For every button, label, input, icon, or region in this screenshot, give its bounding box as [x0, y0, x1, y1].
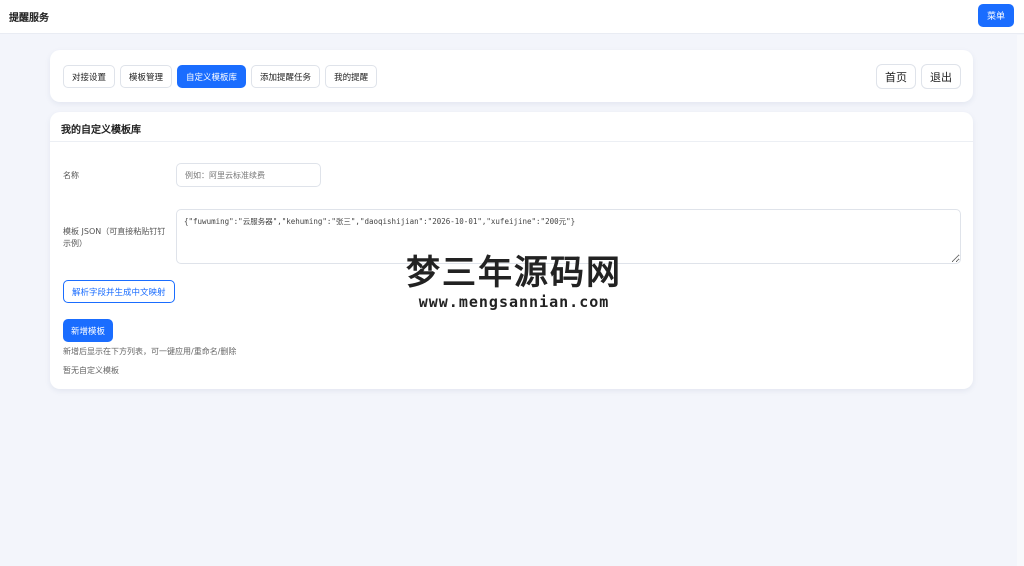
scrollbar[interactable]: [1017, 35, 1024, 566]
add-template-button[interactable]: 新增模板: [63, 319, 114, 342]
name-input[interactable]: [176, 163, 321, 187]
logout-button[interactable]: 退出: [921, 64, 961, 89]
tab-add-reminder-task[interactable]: 添加提醒任务: [251, 65, 321, 88]
template-library-card: 我的自定义模板库 名称 模板 JSON（可直接粘贴钉钉示例） {"fuwumin…: [50, 112, 973, 389]
json-label: 模板 JSON（可直接粘贴钉钉示例）: [63, 227, 166, 248]
empty-list-text: 暂无自定义模板: [63, 366, 119, 375]
nav-actions: 首页 退出: [876, 64, 961, 89]
top-bar: 提醒服务 菜单: [0, 0, 1024, 34]
tab-template-management[interactable]: 模板管理: [120, 65, 173, 88]
card-title: 我的自定义模板库: [50, 112, 973, 142]
tab-my-reminders[interactable]: 我的提醒: [325, 65, 378, 88]
tab-custom-template-library[interactable]: 自定义模板库: [177, 65, 247, 88]
name-label: 名称: [63, 171, 79, 180]
menu-button[interactable]: 菜单: [977, 4, 1014, 27]
tab-integration-settings[interactable]: 对接设置: [63, 65, 116, 88]
home-button[interactable]: 首页: [876, 64, 916, 89]
add-hint-text: 新增后显示在下方列表，可一键应用/重命名/删除: [63, 347, 237, 356]
tab-bar: 对接设置 模板管理 自定义模板库 添加提醒任务 我的提醒: [63, 65, 378, 88]
parse-fields-button[interactable]: 解析字段并生成中文映射: [63, 280, 175, 303]
app-title: 提醒服务: [9, 13, 49, 24]
json-textarea[interactable]: {"fuwuming":"云服务器","kehuming":"张三","daoq…: [176, 209, 961, 264]
nav-card: 对接设置 模板管理 自定义模板库 添加提醒任务 我的提醒 首页 退出: [50, 50, 973, 102]
